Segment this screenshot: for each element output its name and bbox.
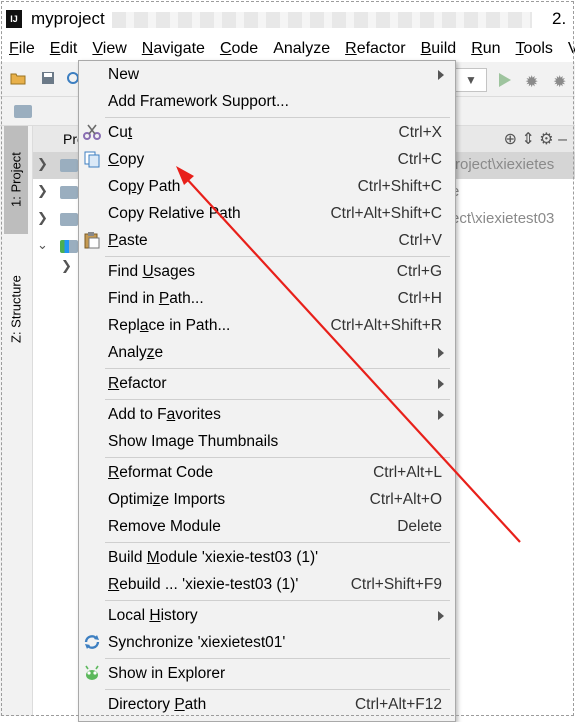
annotation-arrow bbox=[176, 166, 521, 543]
